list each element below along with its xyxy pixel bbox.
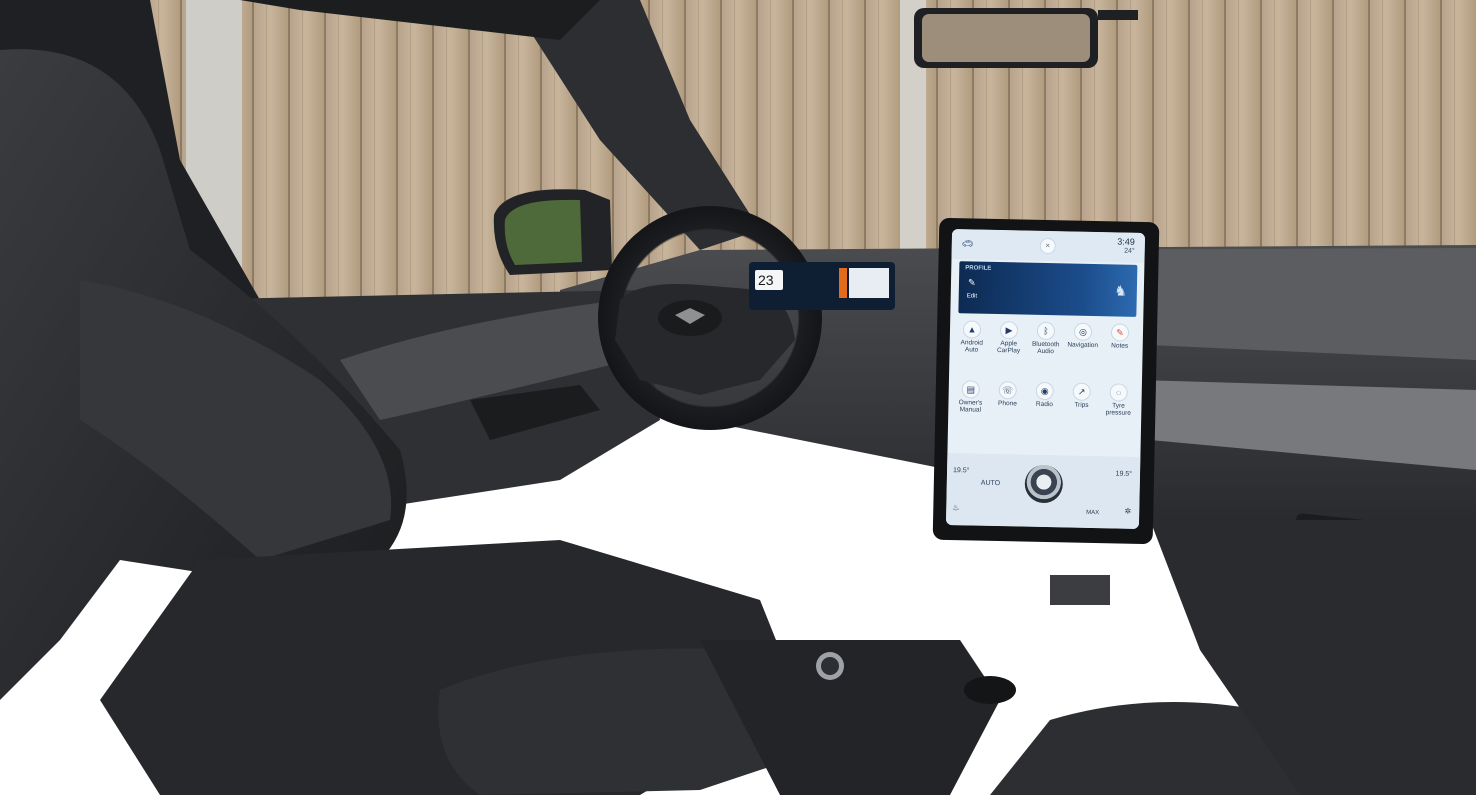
edit-pencil-icon[interactable]: ✎ bbox=[968, 277, 976, 288]
pony-logo-icon: ♞ bbox=[1114, 282, 1128, 299]
app-label: Phone bbox=[997, 400, 1017, 408]
rearview-mirror-glass bbox=[922, 14, 1090, 62]
app-label: Tyre pressure bbox=[1105, 402, 1132, 417]
manual-icon: ▤ bbox=[962, 381, 979, 398]
cluster-info-panel bbox=[849, 268, 889, 298]
app-label: Notes bbox=[1111, 342, 1129, 350]
app-label: Apple CarPlay bbox=[996, 340, 1021, 355]
app-label: Radio bbox=[1035, 400, 1054, 409]
clock: 3:49 bbox=[1117, 236, 1135, 247]
profile-label: PROFILE bbox=[965, 265, 992, 272]
wireless-charger bbox=[1050, 575, 1110, 605]
speed-panel: 23 bbox=[755, 270, 783, 290]
instrument-cluster: 23 bbox=[749, 262, 895, 310]
mirror-reflection bbox=[504, 199, 582, 265]
app-navigation[interactable]: ◎ Navigation bbox=[1064, 323, 1101, 382]
app-notes[interactable]: ✎ Notes bbox=[1101, 324, 1138, 383]
right-temp[interactable]: 19.5° bbox=[1116, 470, 1133, 477]
app-bluetooth-audio[interactable]: ᛒ Bluetooth Audio bbox=[1027, 322, 1064, 382]
edit-label[interactable]: Edit bbox=[967, 293, 977, 299]
app-android-auto[interactable]: ▲ Android Auto bbox=[953, 321, 990, 380]
app-label: Navigation bbox=[1067, 341, 1099, 350]
left-temp[interactable]: 19.5° bbox=[953, 467, 970, 474]
bluetooth-icon: ᛒ bbox=[1037, 322, 1055, 340]
android-auto-icon: ▲ bbox=[963, 321, 981, 338]
trips-icon: ↗ bbox=[1073, 383, 1090, 400]
climate-bar: 19.5° AUTO 19.5° MAX ♨ ✲ bbox=[945, 452, 1141, 529]
interior-scene bbox=[0, 0, 1476, 795]
carplay-icon: ▶ bbox=[1000, 322, 1018, 339]
outside-temp: 24° bbox=[1124, 247, 1135, 255]
app-label: Trips bbox=[1074, 401, 1089, 409]
seat-heat-icon[interactable]: ♨ bbox=[952, 503, 959, 512]
auto-button[interactable]: AUTO bbox=[981, 480, 1000, 487]
app-label: Android Auto bbox=[960, 339, 984, 354]
speed-readout: 23 bbox=[758, 272, 774, 288]
app-phone[interactable]: ☏ Phone bbox=[989, 382, 1026, 441]
app-label: Bluetooth Audio bbox=[1031, 340, 1060, 356]
app-apple-carplay[interactable]: ▶ Apple CarPlay bbox=[990, 322, 1027, 381]
app-owners-manual[interactable]: ▤ Owner's Manual bbox=[952, 381, 989, 440]
max-defrost-button[interactable]: MAX bbox=[1086, 510, 1099, 516]
app-trips[interactable]: ↗ Trips bbox=[1063, 383, 1100, 442]
power-bar bbox=[839, 268, 847, 298]
mirror-stem bbox=[1098, 10, 1138, 20]
car-interior-photo: 23 🚗︎ × 3:49 24° PROFILE ✎ Edit ♞ ▲ Andro… bbox=[0, 0, 1476, 795]
fan-icon[interactable]: ✲ bbox=[1124, 507, 1131, 516]
app-grid: ▲ Android Auto ▶ Apple CarPlay ᛒ Bluetooth … bbox=[952, 321, 1140, 445]
center-touchscreen[interactable]: 🚗︎ × 3:49 24° PROFILE ✎ Edit ♞ ▲ Android … bbox=[945, 229, 1146, 529]
notes-icon: ✎ bbox=[1111, 324, 1129, 341]
drive-selector-dial-center bbox=[821, 657, 839, 675]
navigation-icon: ◎ bbox=[1074, 323, 1092, 340]
screen-status-bar: 🚗︎ × 3:49 24° bbox=[951, 229, 1146, 264]
app-label: Owner's Manual bbox=[958, 399, 983, 414]
close-icon[interactable]: × bbox=[1040, 238, 1055, 254]
app-tyre-pressure[interactable]: ◌ Tyre pressure bbox=[1100, 384, 1137, 443]
app-radio[interactable]: ◉ Radio bbox=[1026, 382, 1063, 442]
radio-icon: ◉ bbox=[1036, 382, 1053, 400]
cup-holder bbox=[964, 676, 1016, 704]
tyre-pressure-icon: ◌ bbox=[1110, 384, 1127, 401]
phone-icon: ☏ bbox=[999, 382, 1016, 399]
profile-banner[interactable]: PROFILE ✎ Edit ♞ bbox=[958, 261, 1138, 317]
volume-knob[interactable] bbox=[1023, 464, 1063, 504]
car-icon[interactable]: 🚗︎ bbox=[962, 238, 974, 249]
